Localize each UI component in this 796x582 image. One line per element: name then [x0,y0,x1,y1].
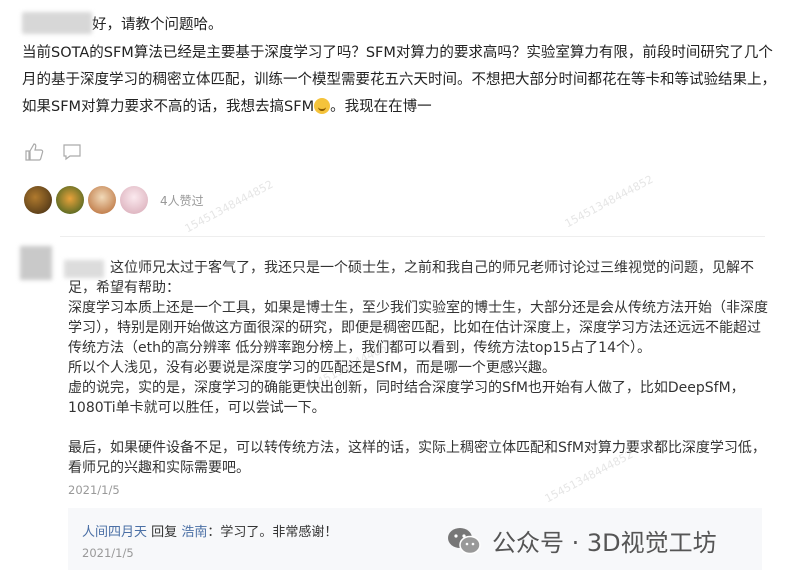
question-greeting: 好，请教个问题哈。 [92,16,223,33]
answer-date: 2021/1/5 [68,483,120,497]
answer-body: 这位师兄太过于客气了，我还只是一个硕士生，之前和我自己的师兄老师讨论过三维视觉的… [68,258,768,478]
avatar[interactable] [88,186,116,214]
like-icon[interactable] [24,143,44,161]
answer-intro: 这位师兄太过于客气了，我还只是一个硕士生，之前和我自己的师兄老师讨论过三维视觉的… [68,260,754,296]
wechat-icon [448,527,481,554]
reply-target-link[interactable]: 浩南 [181,525,207,540]
reply-verb: 回复 [151,525,178,540]
stamp-watermark: 15451348444852 [562,172,656,231]
question-body: 当前SOTA的SFM算法已经是主要基于深度学习了吗？SFM对算力的要求高吗？实验… [22,40,782,121]
reply-date: 2021/1/5 [82,546,134,560]
answer-paragraph: 深度学习本质上还是一个工具，如果是博士生，至少我们实验室的博士生，大部分还是会从… [68,300,768,356]
masked-username [22,12,92,34]
comment-icon[interactable] [62,143,82,161]
source-watermark: 公众号 · 3D视觉工坊 [446,523,717,558]
avatar[interactable] [56,186,84,214]
likes-count[interactable]: 4人赞过 [160,192,204,209]
reply-text: ：学习了。非常感谢！ [207,525,338,540]
question-text-end: 。我现在在博一 [330,99,432,115]
answer-paragraph: 最后，如果硬件设备不足，可以转传统方法，这样的话，实际上稠密立体匹配和SfM对算… [68,440,766,476]
divider [60,236,765,237]
question-header: 好，请教个问题哈。 [22,12,223,34]
reply-line: 人间四月天 回复 浩南：学习了。非常感谢！ [82,521,337,540]
question-actions [24,143,82,161]
avatar[interactable] [20,246,52,280]
watermark-label: 公众号 · 3D视觉工坊 [492,529,717,557]
avatar[interactable] [24,186,52,214]
answer-paragraph: 所以个人浅见，没有必要说是深度学习的匹配还是SfM，而是哪一个更感兴趣。 [68,360,556,376]
avatar[interactable] [120,186,148,214]
laughing-emoji-icon [314,98,331,114]
reply-author-link[interactable]: 人间四月天 [82,525,147,540]
liker-avatars: 4人赞过 [24,186,204,214]
answer-paragraph: 虚的说完，实的是，深度学习的确能更快出创新，同时结合深度学习的SfM也开始有人做… [68,380,745,416]
